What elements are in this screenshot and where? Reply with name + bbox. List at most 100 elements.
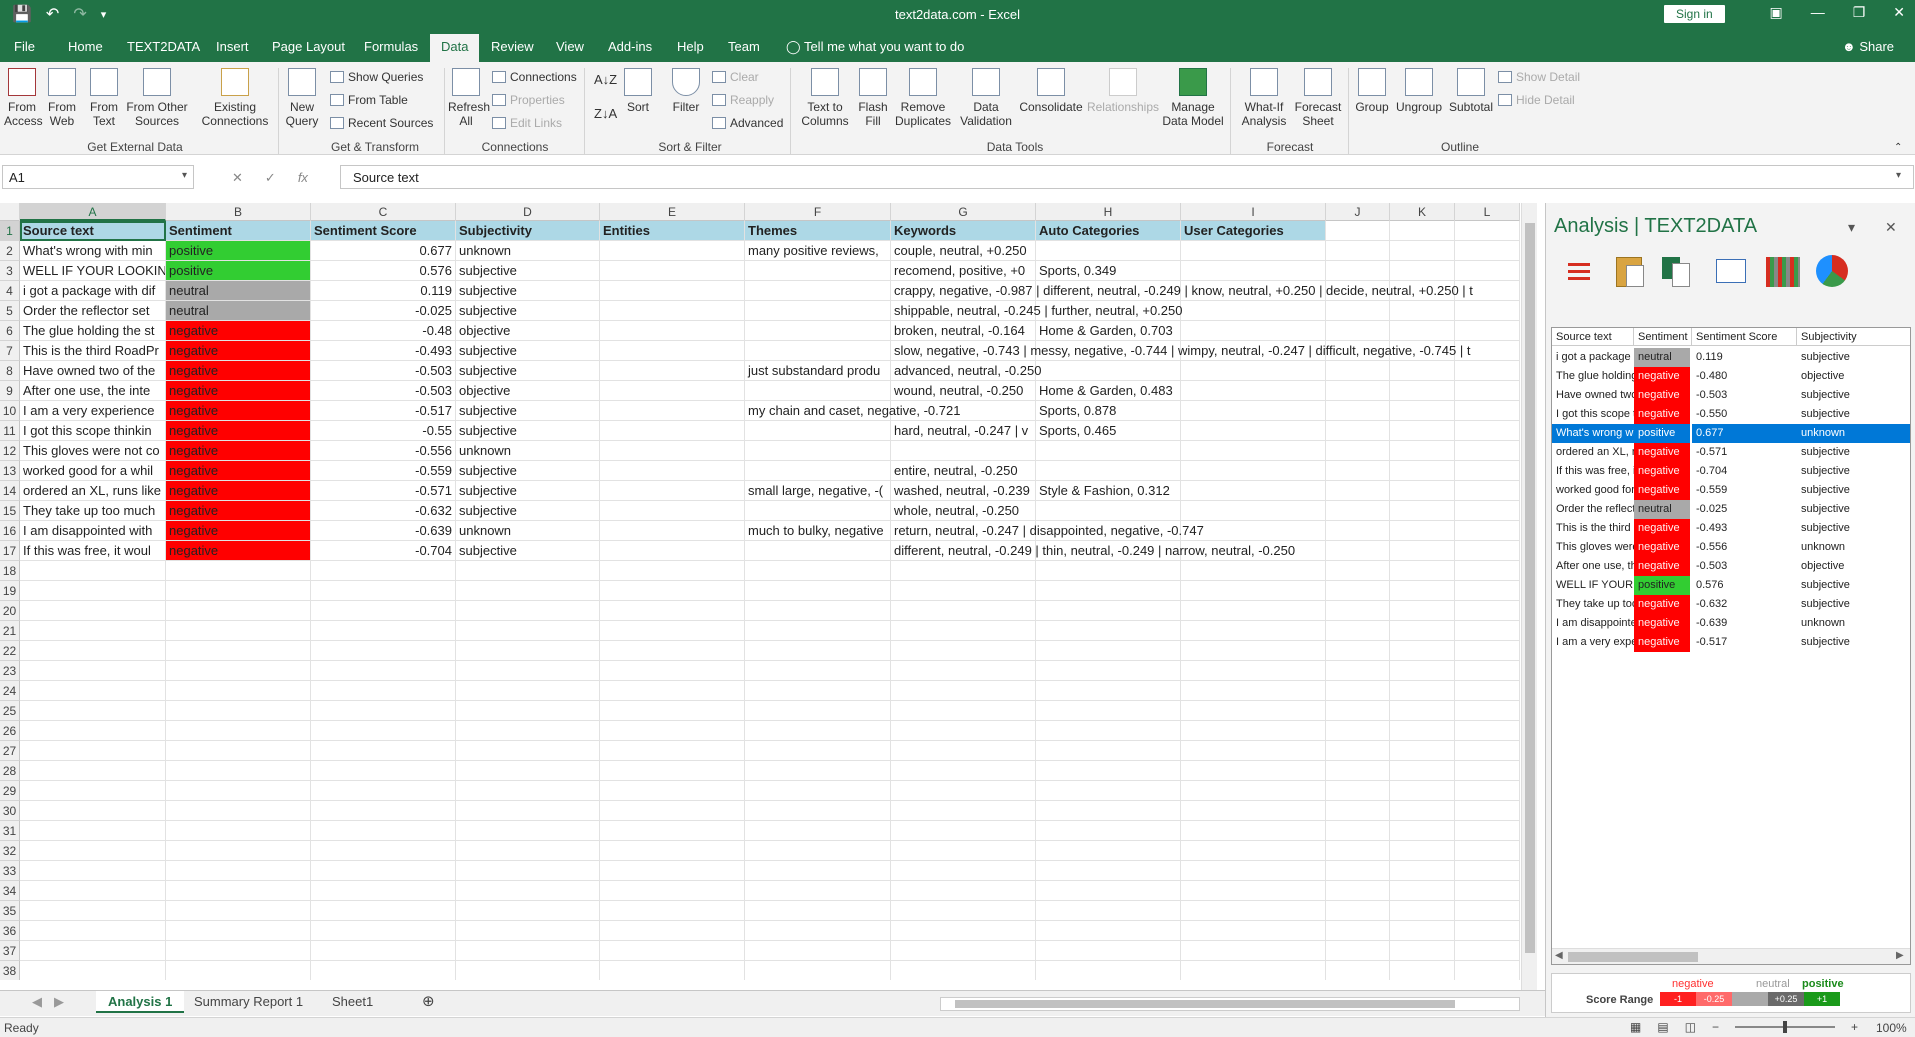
source-text-cell[interactable]: This is the third RoadPr: [20, 341, 166, 361]
column-header-i[interactable]: I: [1181, 203, 1326, 221]
empty-cell[interactable]: [745, 761, 891, 781]
results-column-header[interactable]: Subjectivity: [1797, 328, 1910, 346]
row-header[interactable]: 23: [0, 661, 20, 681]
new-query-button[interactable]: New Query: [282, 68, 322, 128]
sort-button[interactable]: Sort: [620, 68, 656, 114]
empty-cell[interactable]: [1390, 621, 1455, 641]
empty-cell[interactable]: [891, 841, 1036, 861]
consolidate-button[interactable]: Consolidate: [1018, 68, 1084, 114]
horizontal-scroll-thumb[interactable]: [955, 1000, 1455, 1008]
empty-cell[interactable]: [1326, 321, 1390, 341]
row-header[interactable]: 7: [0, 341, 20, 361]
empty-cell[interactable]: [745, 441, 891, 461]
sentiment-score-cell[interactable]: -0.493: [311, 341, 456, 361]
empty-cell[interactable]: [600, 461, 745, 481]
empty-cell[interactable]: [891, 441, 1036, 461]
sentiment-cell[interactable]: negative: [166, 521, 311, 541]
themes-cell[interactable]: much to bulky, negative: [745, 521, 891, 541]
empty-cell[interactable]: [1181, 741, 1326, 761]
sentiment-score-cell[interactable]: -0.503: [311, 381, 456, 401]
empty-cell[interactable]: [1326, 681, 1390, 701]
pie-chart-icon[interactable]: [1814, 253, 1850, 289]
keywords-cell[interactable]: crappy, negative, -0.987 | different, ne…: [891, 281, 1520, 301]
row-header[interactable]: 36: [0, 921, 20, 941]
empty-cell[interactable]: [456, 701, 600, 721]
tab-add-ins[interactable]: Add-ins: [608, 39, 652, 54]
formula-input[interactable]: Source text ▾: [340, 165, 1914, 189]
empty-cell[interactable]: [311, 821, 456, 841]
empty-cell[interactable]: [311, 701, 456, 721]
empty-cell[interactable]: [600, 961, 745, 980]
empty-cell[interactable]: [745, 381, 891, 401]
empty-cell[interactable]: [600, 421, 745, 441]
subjectivity-cell[interactable]: unknown: [456, 441, 600, 461]
close-icon[interactable]: ✕: [1893, 4, 1905, 21]
tab-page-layout[interactable]: Page Layout: [272, 39, 345, 54]
empty-cell[interactable]: [1036, 881, 1181, 901]
empty-cell[interactable]: [311, 941, 456, 961]
column-header-k[interactable]: K: [1390, 203, 1455, 221]
sentiment-cell[interactable]: negative: [166, 361, 311, 381]
empty-cell[interactable]: [1181, 761, 1326, 781]
empty-cell[interactable]: [1036, 901, 1181, 921]
empty-cell[interactable]: [1326, 261, 1390, 281]
empty-cell[interactable]: [891, 961, 1036, 980]
tab-file[interactable]: File: [14, 39, 35, 54]
empty-cell[interactable]: [1390, 601, 1455, 621]
empty-cell[interactable]: [166, 681, 311, 701]
keywords-cell[interactable]: entire, neutral, -0.250: [891, 461, 1520, 481]
source-text-cell[interactable]: After one use, the inte: [20, 381, 166, 401]
empty-cell[interactable]: [1181, 701, 1326, 721]
empty-cell[interactable]: [1326, 621, 1390, 641]
source-text-cell[interactable]: Have owned two of the: [20, 361, 166, 381]
empty-cell[interactable]: [1390, 681, 1455, 701]
empty-cell[interactable]: [1181, 441, 1326, 461]
empty-cell[interactable]: [456, 961, 600, 980]
row-header[interactable]: 25: [0, 701, 20, 721]
flash-fill-button[interactable]: Flash Fill: [856, 68, 890, 128]
empty-cell[interactable]: [745, 501, 891, 521]
empty-cell[interactable]: [20, 961, 166, 980]
clipboard-icon[interactable]: [1610, 253, 1646, 289]
themes-cell[interactable]: my chain and caset, negative, -0.721: [745, 401, 1036, 421]
empty-cell[interactable]: [600, 801, 745, 821]
row-header[interactable]: 15: [0, 501, 20, 521]
hide-detail-button[interactable]: Hide Detail: [1498, 93, 1575, 107]
empty-cell[interactable]: [1390, 821, 1455, 841]
empty-cell[interactable]: [1390, 421, 1455, 441]
row-header[interactable]: 34: [0, 881, 20, 901]
empty-cell[interactable]: [1390, 861, 1455, 881]
empty-cell[interactable]: [891, 901, 1036, 921]
empty-cell[interactable]: [20, 561, 166, 581]
empty-cell[interactable]: [1390, 481, 1455, 501]
empty-cell[interactable]: [891, 701, 1036, 721]
empty-cell[interactable]: [1455, 621, 1520, 641]
pane-options-icon[interactable]: ▾: [1848, 219, 1855, 236]
empty-cell[interactable]: [20, 901, 166, 921]
empty-cell[interactable]: [1455, 881, 1520, 901]
subjectivity-cell[interactable]: subjective: [456, 401, 600, 421]
subjectivity-cell[interactable]: unknown: [456, 521, 600, 541]
empty-cell[interactable]: [1181, 641, 1326, 661]
empty-cell[interactable]: [745, 881, 891, 901]
empty-cell[interactable]: [1036, 561, 1181, 581]
empty-cell[interactable]: [1326, 881, 1390, 901]
empty-cell[interactable]: [166, 581, 311, 601]
empty-cell[interactable]: [166, 901, 311, 921]
empty-cell[interactable]: [1181, 821, 1326, 841]
zoom-slider[interactable]: [1735, 1021, 1836, 1033]
empty-cell[interactable]: [1390, 661, 1455, 681]
themes-cell[interactable]: just substandard produ: [745, 361, 891, 381]
empty-cell[interactable]: [311, 621, 456, 641]
subjectivity-cell[interactable]: objective: [456, 381, 600, 401]
row-header[interactable]: 3: [0, 261, 20, 281]
refresh-all-button[interactable]: Refresh All: [448, 68, 490, 128]
empty-cell[interactable]: [1390, 961, 1455, 980]
empty-cell[interactable]: [1390, 441, 1455, 461]
keywords-cell[interactable]: whole, neutral, -0.250: [891, 501, 1520, 521]
empty-cell[interactable]: [1390, 701, 1455, 721]
empty-cell[interactable]: [311, 641, 456, 661]
empty-cell[interactable]: [311, 841, 456, 861]
empty-cell[interactable]: [1181, 261, 1326, 281]
empty-cell[interactable]: [1036, 821, 1181, 841]
